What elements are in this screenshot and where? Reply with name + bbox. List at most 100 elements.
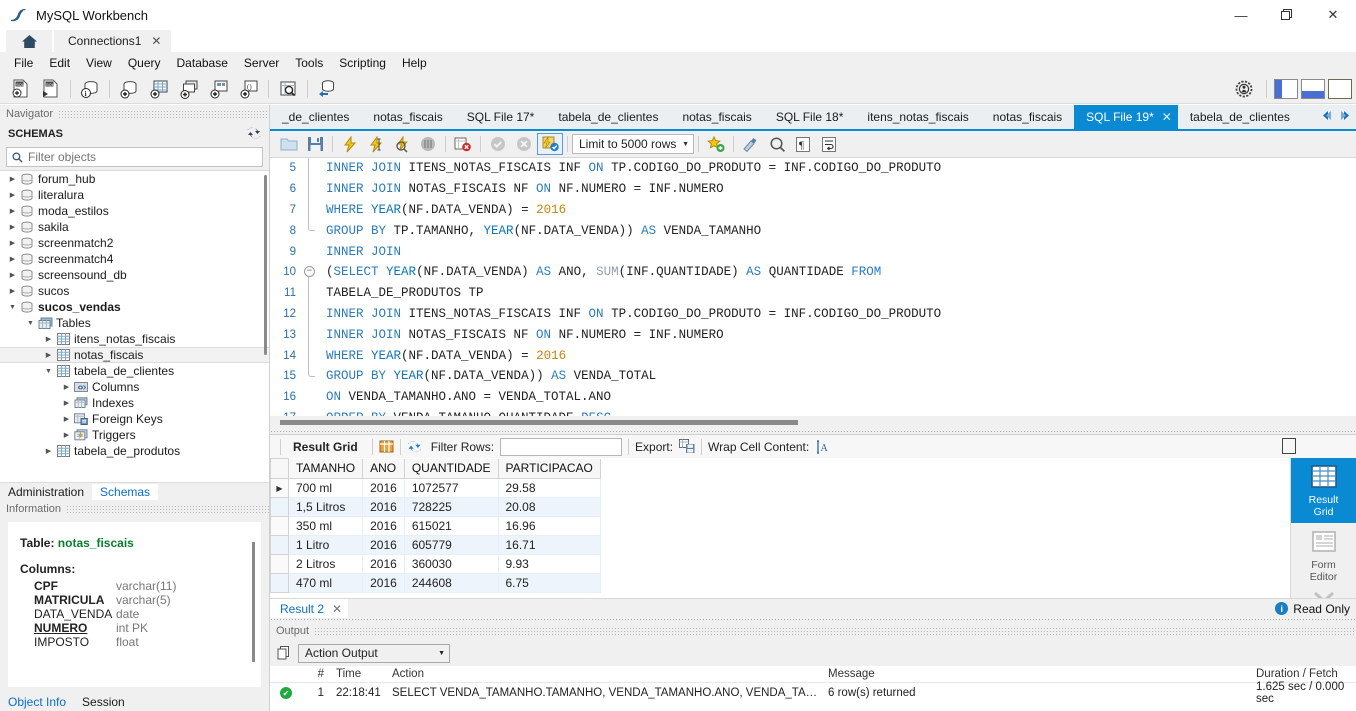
result-tab-result-2[interactable]: Result 2 ✕ (270, 599, 349, 618)
open-sql-script-icon[interactable]: SQL (36, 76, 66, 102)
explain-icon[interactable] (389, 133, 415, 155)
toggle-secondary-sidebar-button[interactable] (1328, 79, 1352, 99)
editor-tab-tabela-de-clientes[interactable]: tabela_de_clientes (546, 105, 670, 129)
editor-tab-sql-file-18-[interactable]: SQL File 18* (764, 105, 856, 129)
reconnect-server-icon[interactable] (312, 76, 342, 102)
code-line[interactable]: 7 WHERE YEAR(NF.DATA_VENDA) = 2016 (270, 199, 1356, 221)
search-data-icon[interactable] (273, 76, 303, 102)
row-selector[interactable] (270, 516, 289, 536)
chevron-down-icon[interactable]: ▼ (6, 304, 19, 311)
save-file-icon[interactable] (302, 133, 328, 155)
table-cell[interactable]: 16.71 (498, 535, 601, 555)
toggle-sidebar-button[interactable] (1274, 79, 1298, 99)
table-cell[interactable]: 350 ml (288, 516, 364, 536)
close-icon[interactable]: ✕ (1162, 110, 1172, 124)
execute-current-statement-icon[interactable] (363, 133, 389, 155)
editor-tab-sql-file-17-[interactable]: SQL File 17* (455, 105, 547, 129)
stop-icon[interactable] (415, 133, 441, 155)
fold-marker[interactable]: − (302, 262, 316, 283)
table-cell[interactable]: 2016 (362, 573, 405, 593)
table-row[interactable]: 350 ml 2016 615021 16.96 (270, 516, 601, 536)
code-line[interactable]: 15 GROUP BY YEAR(NF.DATA_VENDA)) AS VENDA… (270, 365, 1356, 387)
code-line[interactable]: 14 WHERE YEAR(NF.DATA_VENDA) = 2016 (270, 345, 1356, 366)
home-icon[interactable] (6, 30, 52, 52)
object-info-scrollbar[interactable] (252, 542, 255, 662)
open-file-icon[interactable] (276, 133, 302, 155)
tree-item-indexes[interactable]: ▶ Indexes (0, 395, 269, 411)
new-sql-tab-icon[interactable]: SQL (6, 76, 36, 102)
tree-item-sucos-vendas[interactable]: ▼ sucos_vendas (0, 299, 269, 315)
tree-item-triggers[interactable]: ▶ Triggers (0, 427, 269, 443)
fold-marker[interactable] (302, 303, 316, 325)
code-line[interactable]: 13 INNER JOIN NOTAS_FISCAIS NF ON NF.NUME… (270, 324, 1356, 346)
table-cell[interactable]: 615021 (404, 516, 499, 536)
table-cell[interactable]: 605779 (404, 535, 499, 555)
chevron-right-icon[interactable]: ▶ (6, 175, 19, 183)
fold-marker[interactable] (302, 178, 316, 200)
sql-editor[interactable]: 5 INNER JOIN ITENS_NOTAS_FISCAIS INF ON T… (270, 158, 1356, 430)
tab-schemas[interactable]: Schemas (92, 483, 159, 500)
table-cell[interactable]: 728225 (404, 497, 499, 517)
result-grid-view-button[interactable]: Result Grid (1290, 458, 1356, 523)
find-icon[interactable] (764, 133, 790, 155)
result-grid[interactable]: TAMANHO ANO QUANTIDADE PARTICIPACAO ▶ 700 ml… (270, 458, 1290, 598)
tree-item-foreign-keys[interactable]: ▶ Foreign Keys (0, 411, 269, 427)
column-header-quantidade[interactable]: QUANTIDADE (403, 458, 499, 479)
table-cell[interactable]: 244608 (404, 573, 499, 593)
table-row[interactable]: 2 Litros 2016 360030 9.93 (270, 554, 601, 574)
admin-gear-icon[interactable] (1229, 76, 1259, 102)
fold-marker[interactable] (302, 158, 316, 179)
table-cell[interactable]: 1,5 Litros (288, 497, 364, 517)
chevron-right-icon[interactable]: ▶ (6, 191, 19, 199)
code-line[interactable]: 8 GROUP BY TP.TAMANHO, YEAR(NF.DATA_VENDA… (270, 220, 1356, 241)
tab-session[interactable]: Session (74, 694, 133, 710)
export-icon[interactable] (679, 439, 695, 454)
table-cell[interactable]: 700 ml (288, 478, 364, 498)
editor-tab-notas-fiscais[interactable]: notas_fiscais (361, 105, 454, 129)
toggle-output-button[interactable] (1301, 79, 1325, 99)
chevron-right-icon[interactable]: ▶ (6, 287, 19, 295)
editor-tab-tabela-de-clientes[interactable]: tabela_de_clientes (1178, 105, 1302, 129)
chevron-right-icon[interactable]: ▶ (60, 399, 73, 407)
execute-icon[interactable] (337, 133, 363, 155)
fold-marker[interactable] (302, 241, 316, 262)
fold-marker[interactable] (302, 220, 316, 241)
editor-horizontal-scrollbar-thumb[interactable] (280, 420, 798, 425)
menu-scripting[interactable]: Scripting (331, 54, 394, 72)
editor-horizontal-scrollbar-track[interactable] (270, 416, 1356, 430)
chevron-right-icon[interactable]: ▶ (42, 351, 55, 359)
wrap-cell-icon[interactable]: A (816, 439, 831, 454)
tree-item-tabela-de-clientes[interactable]: ▼ tabela_de_clientes (0, 363, 269, 379)
output-row[interactable]: ✔ 1 22:18:41 SELECT VENDA_TAMANHO.TAMANH… (270, 681, 1356, 705)
table-cell[interactable]: 2016 (362, 535, 405, 555)
close-icon[interactable]: ✕ (151, 34, 161, 48)
editor-tab-notas-fiscais[interactable]: notas_fiscais (670, 105, 763, 129)
refresh-arrow-icon[interactable] (407, 440, 422, 454)
refresh-icon[interactable] (247, 127, 261, 142)
output-grid[interactable]: # Time Action Message Duration / Fetch ✔… (270, 666, 1356, 711)
tree-item-screensound-db[interactable]: ▶ screensound_db (0, 267, 269, 283)
row-limit-select[interactable]: Limit to 5000 rows ▼ (572, 134, 694, 154)
table-cell[interactable]: 20.08 (498, 497, 601, 517)
tree-item-forum-hub[interactable]: ▶ forum_hub (0, 171, 269, 187)
tree-item-screenmatch4[interactable]: ▶ screenmatch4 (0, 251, 269, 267)
wrap-lines-icon[interactable] (816, 133, 842, 155)
table-row[interactable]: ▶ 700 ml 2016 1072577 29.58 (270, 478, 601, 498)
chevron-right-icon[interactable]: ▶ (6, 223, 19, 231)
table-cell[interactable]: 2016 (362, 516, 405, 536)
filter-objects-box[interactable] (6, 147, 263, 167)
chevron-down-icon[interactable]: ▼ (438, 650, 445, 657)
table-cell[interactable]: 1072577 (404, 478, 499, 498)
menu-file[interactable]: File (6, 54, 41, 72)
menu-database[interactable]: Database (169, 54, 236, 72)
table-row[interactable]: 1,5 Litros 2016 728225 20.08 (270, 497, 601, 517)
new-view-icon[interactable] (174, 76, 204, 102)
table-cell[interactable]: 1 Litro (288, 535, 364, 555)
tree-item-sucos[interactable]: ▶ sucos (0, 283, 269, 299)
chevron-right-icon[interactable]: ▶ (60, 383, 73, 391)
chevron-down-icon[interactable]: ▼ (24, 320, 37, 327)
row-selector[interactable] (270, 554, 289, 574)
output-view-select[interactable]: Action Output ▼ (298, 643, 450, 663)
code-line[interactable]: 12 INNER JOIN ITENS_NOTAS_FISCAIS INF ON … (270, 303, 1356, 325)
code-line[interactable]: 6 INNER JOIN NOTAS_FISCAIS NF ON NF.NUMER… (270, 178, 1356, 200)
